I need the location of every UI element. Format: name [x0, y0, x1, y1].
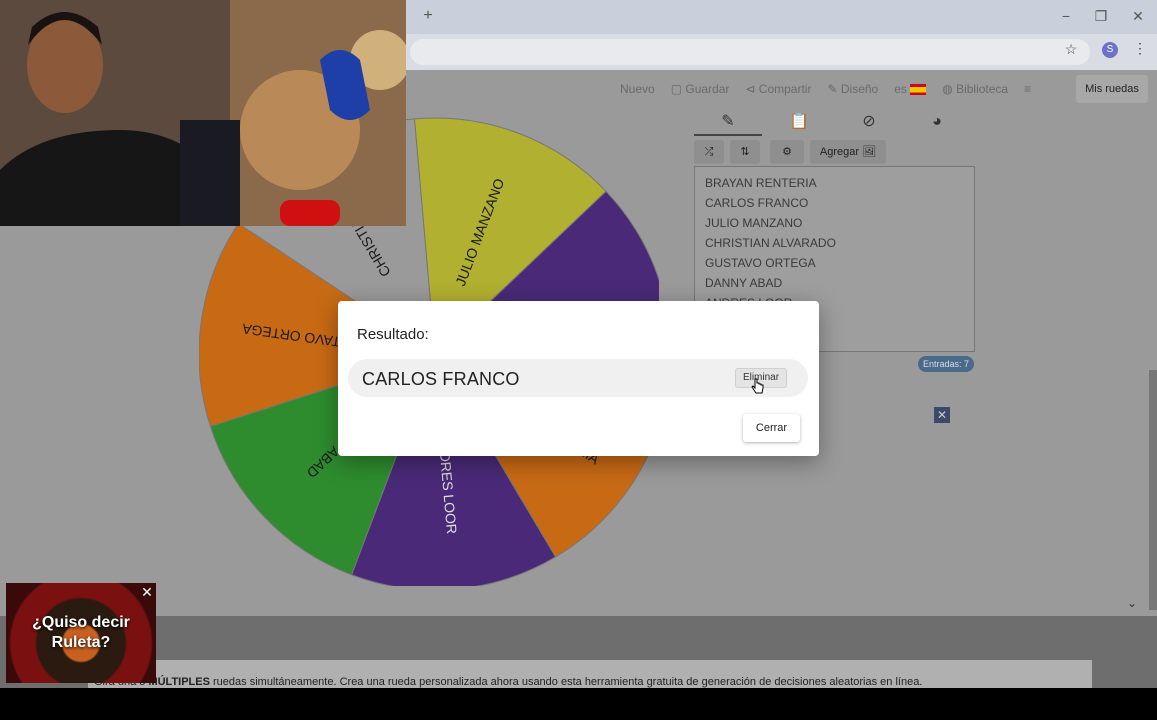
entry-line: JULIO MANZANO: [705, 216, 803, 230]
nav-share[interactable]: ⊲ Compartir: [745, 82, 811, 96]
chevron-down-icon[interactable]: ⌄: [1124, 596, 1140, 612]
page-scrollbar[interactable]: [1149, 370, 1157, 610]
nav-library-label: Biblioteca: [956, 82, 1009, 96]
profile-avatar[interactable]: S: [1102, 42, 1118, 58]
hand-cursor-icon: [751, 378, 764, 394]
close-square-icon[interactable]: ✕: [934, 407, 950, 423]
entry-line: DANNY ABAD: [705, 276, 783, 290]
hamburger-icon[interactable]: ≡: [1024, 82, 1031, 96]
sort-button[interactable]: ⇅: [730, 140, 760, 164]
pencil-icon[interactable]: ✎: [711, 110, 745, 134]
roulette-ad[interactable]: ¿Quiso decir Ruleta? ✕: [6, 583, 156, 683]
palette-icon[interactable]: ◕: [920, 110, 954, 134]
nav-library[interactable]: ◍ Biblioteca: [942, 82, 1008, 96]
save-icon: ▢: [670, 82, 686, 96]
nav-save[interactable]: ▢ Guardar: [671, 82, 730, 96]
ad-text: ¿Quiso decir Ruleta?: [6, 613, 156, 653]
close-button[interactable]: Cerrar: [743, 414, 800, 442]
ad-close-icon[interactable]: ✕: [138, 583, 156, 601]
dialog-title: Resultado:: [357, 326, 429, 343]
webcam-overlay: [0, 0, 406, 226]
description-text: Gira una o MÚLTIPLES ruedas simultáneame…: [88, 660, 1092, 688]
entry-line: GUSTAVO ORTEGA: [705, 256, 816, 270]
my-wheels-button[interactable]: Mis ruedas: [1076, 75, 1148, 103]
nav-language-label: es: [894, 82, 907, 96]
description-bold: MÚLTIPLES: [148, 676, 210, 688]
entry-line: CHRISTIAN ALVARADO: [705, 236, 836, 250]
pencil-icon: ✎: [827, 82, 841, 96]
result-row: CARLOS FRANCO Eliminar: [348, 359, 808, 397]
entry-line: BRAYAN RENTERIA: [705, 176, 817, 190]
window-close-button[interactable]: ✕: [1128, 6, 1148, 26]
add-image-button[interactable]: Agregar 🖼: [810, 140, 886, 164]
spain-flag-icon: [910, 84, 927, 96]
winner-name: CARLOS FRANCO: [362, 369, 520, 389]
description-rest: ruedas simultáneamente. Crea una rueda p…: [213, 676, 923, 688]
nav-new[interactable]: Nuevo: [620, 82, 655, 96]
ad-text-line2: Ruleta?: [51, 634, 111, 651]
entry-line: CARLOS FRANCO: [705, 196, 809, 210]
bookmark-star-icon[interactable]: ☆: [1062, 41, 1080, 59]
nav-save-label: Guardar: [685, 82, 730, 96]
minimize-button[interactable]: −: [1056, 6, 1076, 26]
nav-design-label: Diseño: [840, 82, 879, 96]
nav-design[interactable]: ✎ Diseño: [827, 82, 878, 96]
hidden-icon[interactable]: ⊘: [852, 110, 886, 134]
result-dialog: Resultado: CARLOS FRANCO Eliminar Cerrar: [338, 301, 819, 456]
active-tab-indicator: [694, 134, 762, 136]
new-tab-button[interactable]: +: [418, 6, 438, 26]
editor-tabs: ✎ 📋 ⊘ ◕: [694, 110, 974, 136]
video-letterbox: [0, 688, 1157, 720]
ad-text-line1: ¿Quiso decir: [32, 614, 130, 631]
nav-language[interactable]: es: [894, 82, 927, 96]
clipboard-icon[interactable]: 📋: [782, 110, 816, 134]
share-icon: ⊲: [745, 82, 759, 96]
top-nav: Nuevo ▢ Guardar ⊲ Compartir ✎ Diseño es …: [620, 78, 1031, 100]
shuffle-button[interactable]: ⤮: [694, 140, 724, 164]
omnibox[interactable]: [410, 39, 1090, 65]
globe-icon: ◍: [942, 82, 957, 96]
settings-button[interactable]: ⚙: [770, 140, 804, 164]
entries-count-badge: Entradas: 7: [918, 356, 975, 372]
browser-menu-icon[interactable]: ⋮: [1133, 40, 1147, 60]
nav-share-label: Compartir: [758, 82, 812, 96]
restore-button[interactable]: ❐: [1091, 6, 1111, 26]
